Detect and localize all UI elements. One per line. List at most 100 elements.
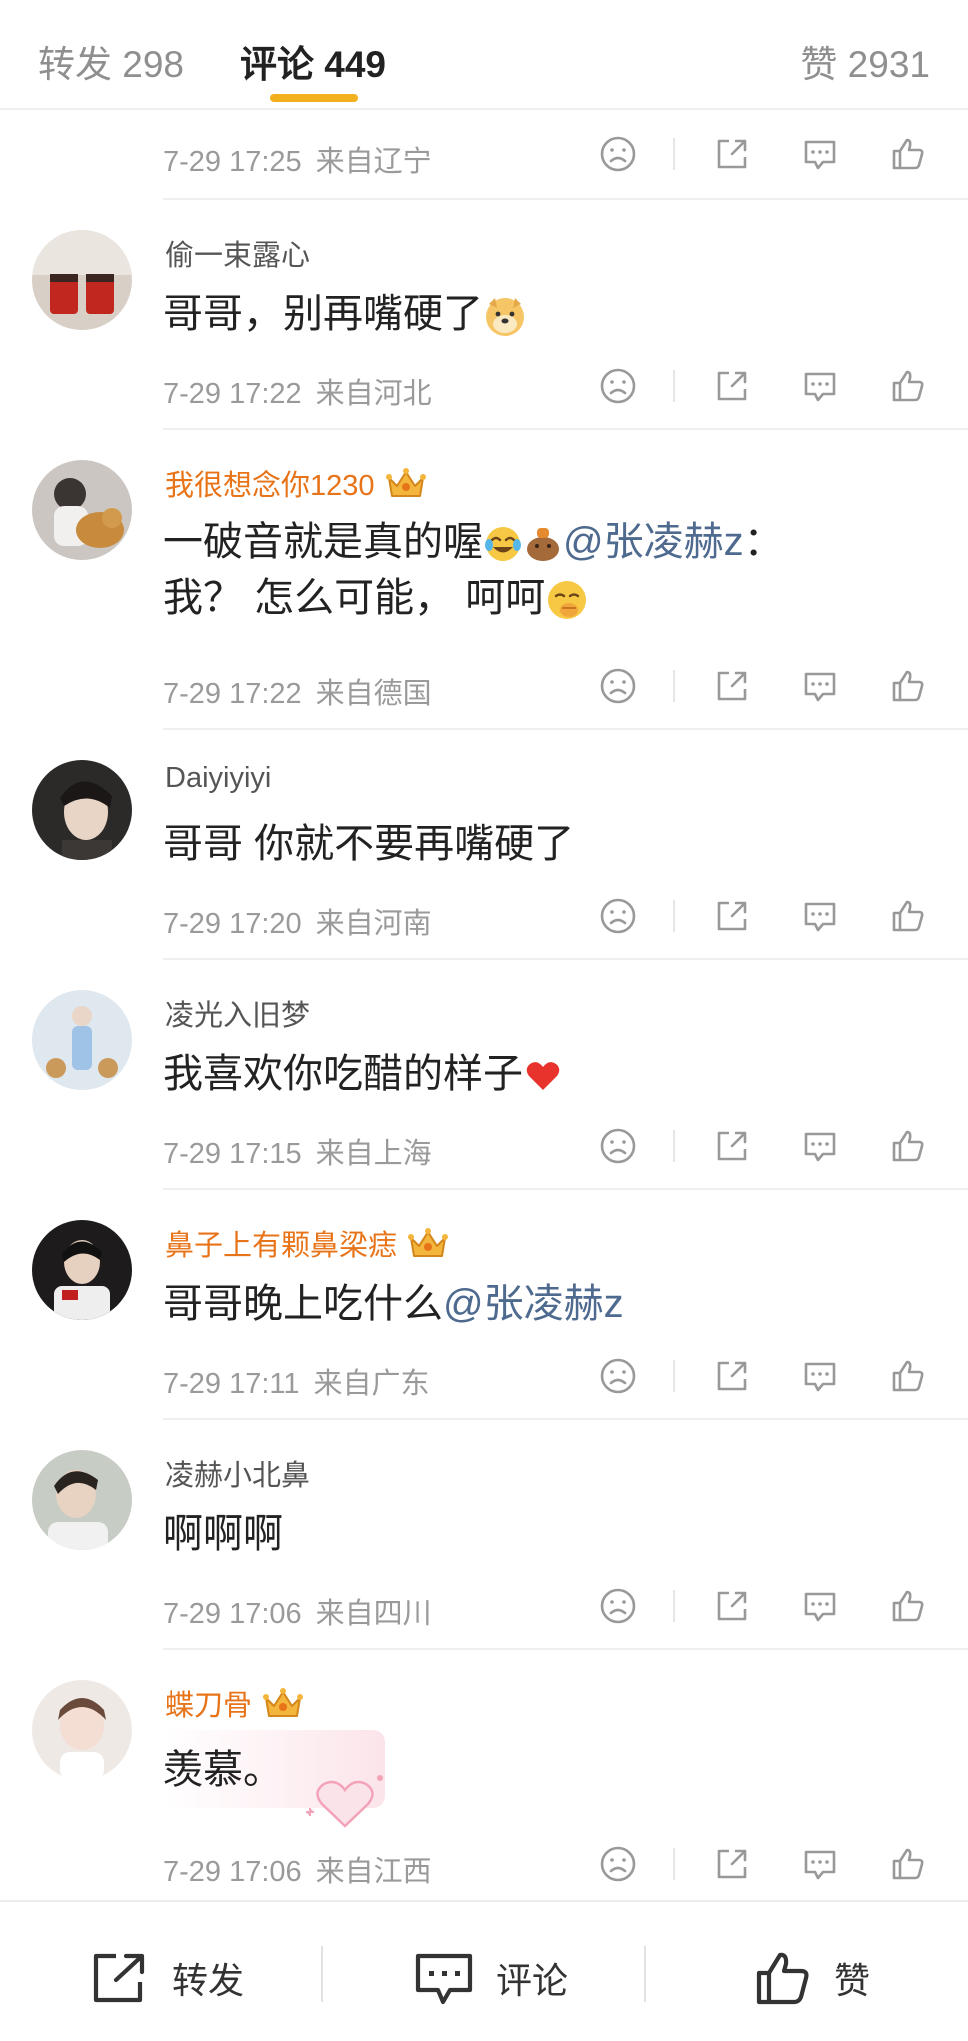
action-divider — [673, 370, 675, 402]
comment-time: 7-29 17:06 — [163, 1598, 302, 1630]
share-icon[interactable] — [712, 1586, 752, 1626]
crown-icon — [385, 468, 426, 497]
comment-time: 7-29 17:22 — [163, 378, 302, 410]
comment-icon[interactable] — [800, 666, 840, 706]
comment-username[interactable]: 凌光入旧梦 — [165, 992, 310, 1034]
comment-username[interactable]: 我很想念你1230 — [165, 462, 427, 504]
bottom-divider — [644, 1946, 646, 2002]
like-icon[interactable] — [888, 1844, 928, 1884]
comment-actions — [596, 666, 936, 710]
like-icon[interactable] — [888, 1356, 928, 1396]
active-tab-indicator — [270, 94, 358, 102]
share-icon[interactable] — [712, 1126, 752, 1166]
action-divider — [673, 670, 675, 702]
comment-username[interactable]: 鼻子上有颗鼻梁痣 — [165, 1222, 449, 1264]
repost-button[interactable]: 转发 — [90, 1948, 244, 2008]
comment-actions — [596, 1356, 936, 1400]
comment-username[interactable]: 偷一束露心 — [165, 232, 310, 274]
dislike-icon[interactable] — [598, 134, 638, 174]
comment-meta: 7-29 17:06 来自江西 — [163, 1848, 446, 1890]
avatar[interactable] — [32, 1450, 132, 1550]
comment-username[interactable]: 凌赫小北鼻 — [165, 1452, 310, 1494]
mention-link[interactable]: @张凌赫z — [563, 520, 744, 564]
comment-text: 啊啊啊 — [163, 1512, 283, 1556]
comment-button[interactable]: 评论 — [414, 1948, 568, 2008]
dislike-icon[interactable] — [598, 1356, 638, 1396]
comment-text: 哥哥晚上吃什么@张凌赫z — [163, 1282, 624, 1326]
dislike-icon[interactable] — [598, 366, 638, 406]
heart-emoji-icon — [526, 1062, 560, 1091]
avatar[interactable] — [32, 460, 132, 560]
share-icon[interactable] — [712, 1356, 752, 1396]
like-button[interactable]: 赞 — [754, 1948, 870, 2008]
comment-time: 7-29 17:25 — [163, 146, 302, 178]
smirk-emoji-icon — [548, 581, 587, 620]
like-label: 赞 — [834, 1960, 871, 2001]
dislike-icon[interactable] — [598, 1126, 638, 1166]
tab-comment[interactable]: 评论 449 — [240, 34, 386, 88]
dislike-icon[interactable] — [598, 896, 638, 936]
tab-like[interactable]: 赞 2931 — [800, 34, 930, 88]
laugh-cry-emoji-icon — [485, 527, 521, 562]
avatar[interactable] — [32, 760, 132, 860]
comment-icon[interactable] — [800, 1844, 840, 1884]
like-icon[interactable] — [888, 366, 928, 406]
avatar[interactable] — [32, 990, 132, 1090]
bottom-divider — [321, 1946, 323, 2002]
comment-icon[interactable] — [800, 1126, 840, 1166]
repost-icon — [93, 1953, 145, 2003]
share-icon[interactable] — [712, 1844, 752, 1884]
action-divider — [673, 138, 675, 170]
comment-actions — [596, 896, 936, 940]
comment-icon[interactable] — [800, 896, 840, 936]
like-icon[interactable] — [888, 1586, 928, 1626]
comment-meta: 7-29 17:22 来自河北 — [163, 370, 446, 412]
comment-icon[interactable] — [800, 1356, 840, 1396]
share-icon[interactable] — [712, 134, 752, 174]
comment-time: 7-29 17:11 — [163, 1368, 300, 1400]
comment-location: 来自广东 — [313, 1368, 430, 1400]
tab-repost[interactable]: 转发 298 — [38, 34, 184, 88]
mention-link[interactable]: @张凌赫z — [443, 1282, 624, 1326]
comment-item: 凌赫小北鼻 啊啊啊 7-29 17:06 来自四川 — [0, 1420, 968, 1650]
comment-actions — [596, 1844, 936, 1888]
comment-item: 我很想念你1230 一破音就是真的喔 @张凌赫z： 我？ 怎么可能， 呵呵 7-2… — [0, 430, 968, 730]
share-icon[interactable] — [712, 366, 752, 406]
comment-meta: 7-29 17:22 来自德国 — [163, 670, 446, 712]
doge-emoji-icon — [486, 298, 524, 337]
like-icon[interactable] — [888, 666, 928, 706]
dislike-icon[interactable] — [598, 1844, 638, 1884]
comment-text: 哥哥 你就不要再嘴硬了 — [163, 822, 575, 866]
comment-item: 蝶刀骨 羡慕。 7-29 17:06 来自江西 — [0, 1650, 968, 1900]
like-icon[interactable] — [888, 1126, 928, 1166]
comment-actions — [596, 134, 936, 178]
avatar[interactable] — [32, 1220, 132, 1320]
share-icon[interactable] — [712, 666, 752, 706]
action-divider — [673, 1590, 675, 1622]
like-icon[interactable] — [888, 134, 928, 174]
crown-icon — [408, 1228, 449, 1257]
comment-icon[interactable] — [800, 134, 840, 174]
comment-time: 7-29 17:15 — [163, 1138, 302, 1170]
dislike-icon[interactable] — [598, 666, 638, 706]
capybara-emoji-icon — [527, 528, 559, 562]
comment-item: Daiyiyiyi 哥哥 你就不要再嘴硬了 7-29 17:20 来自河南 — [0, 730, 968, 960]
like-icon[interactable] — [888, 896, 928, 936]
comment-icon[interactable] — [800, 1586, 840, 1626]
comment-meta: 7-29 17:20 来自河南 — [163, 900, 446, 942]
avatar[interactable] — [32, 1680, 132, 1780]
comment-location: 来自辽宁 — [315, 146, 432, 178]
share-icon[interactable] — [712, 896, 752, 936]
comment-item: 鼻子上有颗鼻梁痣 哥哥晚上吃什么@张凌赫z 7-29 17:11 来自广东 — [0, 1190, 968, 1420]
comment-meta: 7-29 17:25 来自辽宁 — [163, 138, 446, 180]
dislike-icon[interactable] — [598, 1586, 638, 1626]
comment-location: 来自江西 — [315, 1856, 432, 1888]
avatar[interactable] — [32, 230, 132, 330]
comment-text: 我喜欢你吃醋的样子 — [163, 1040, 563, 1108]
comment-time: 7-29 17:22 — [163, 678, 302, 710]
comment-icon[interactable] — [800, 366, 840, 406]
comment-username[interactable]: 蝶刀骨 — [165, 1682, 304, 1724]
comment-username[interactable]: Daiyiyiyi — [165, 762, 271, 795]
comment-text: 哥哥，别再嘴硬了 — [163, 280, 527, 348]
comment-location: 来自河南 — [315, 908, 432, 940]
